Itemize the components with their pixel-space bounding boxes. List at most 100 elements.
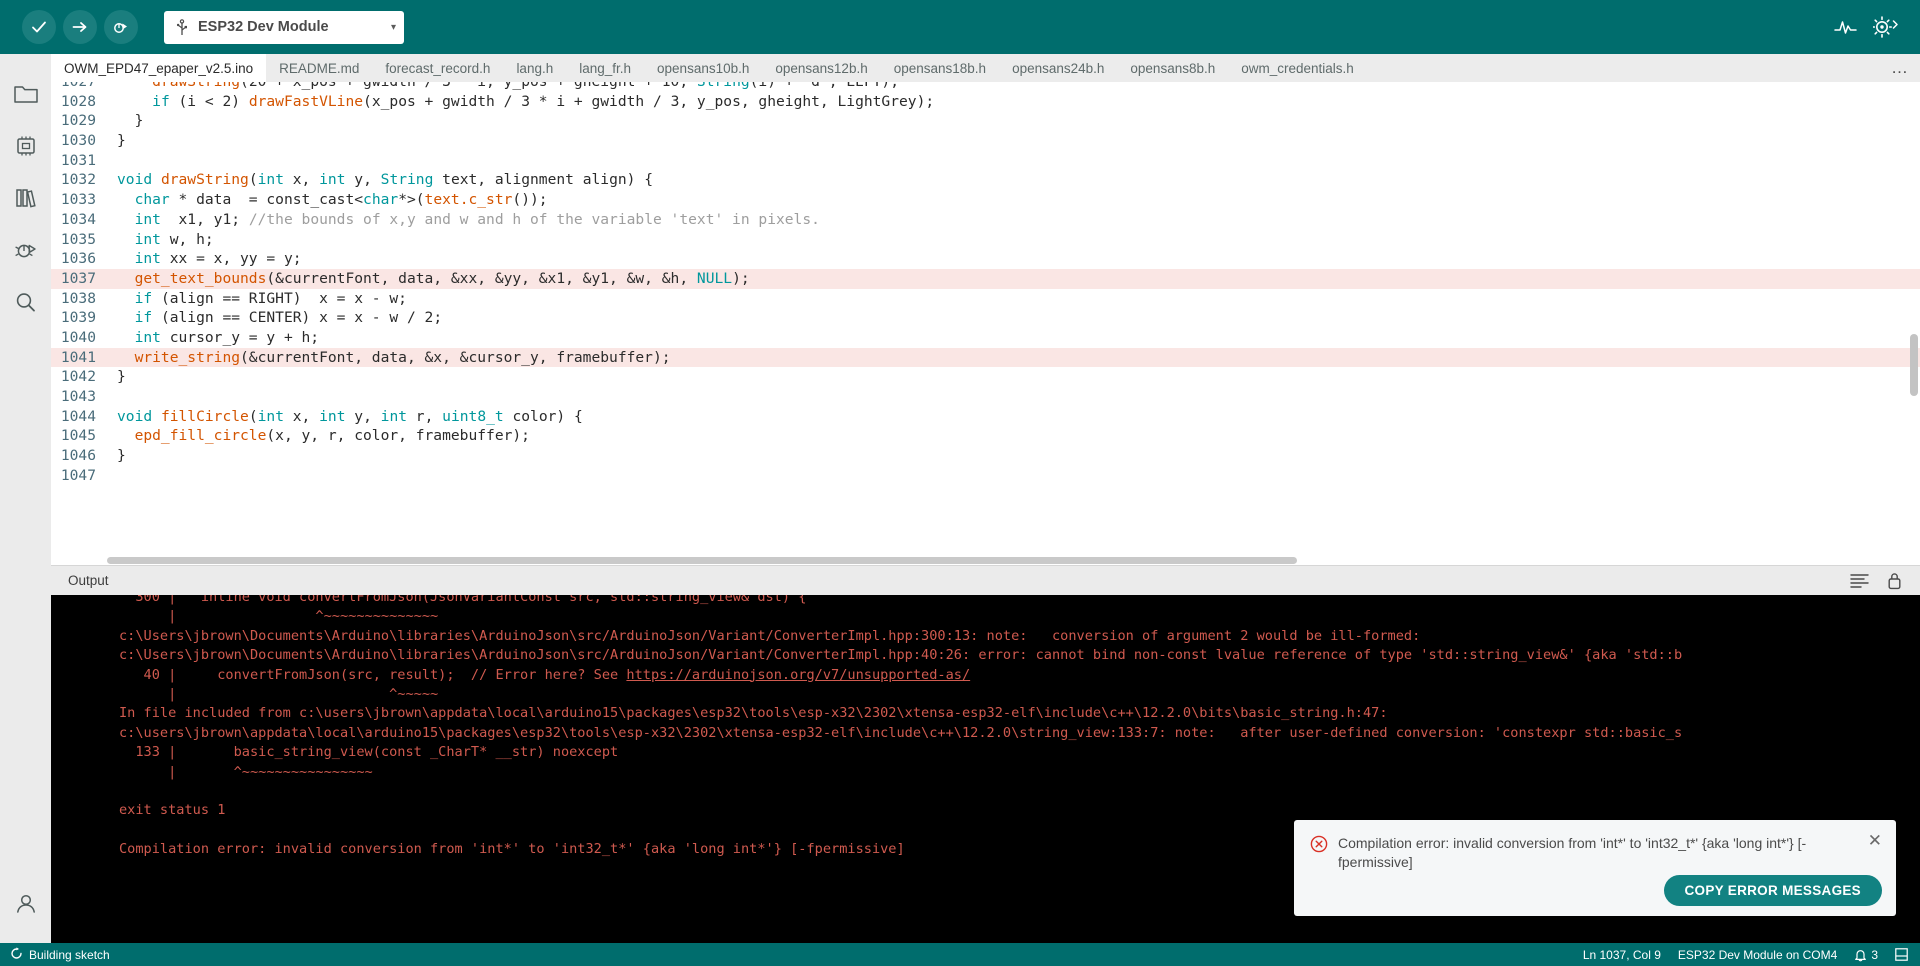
code-line[interactable]: 1047	[51, 465, 1920, 486]
console-line: | ^~~~~~	[119, 685, 439, 702]
editor-tab[interactable]: lang_fr.h	[566, 54, 645, 82]
editor-tab[interactable]: README.md	[266, 54, 373, 82]
code-line[interactable]: 1035 int w, h;	[51, 229, 1920, 250]
sidebar-item-account[interactable]	[0, 877, 51, 929]
code-line-error[interactable]: 1037 get_text_bounds(&currentFont, data,…	[51, 268, 1920, 289]
close-icon[interactable]: ✕	[1868, 832, 1882, 849]
line-number: 1029	[51, 111, 107, 132]
line-number: 1034	[51, 209, 107, 230]
code-line[interactable]: 1033 char * data = const_cast<char*>(tex…	[51, 190, 1920, 210]
code-text: epd_fill_circle(x, y, r, color, framebuf…	[134, 427, 530, 445]
line-number: 1046	[51, 446, 107, 466]
editor-tab-label: OWM_EPD47_epaper_v2.5.ino	[64, 60, 254, 76]
status-build-indicator[interactable]: Building sketch	[10, 946, 110, 963]
editor-tab-label: lang.h	[516, 60, 554, 76]
upload-button[interactable]	[63, 10, 97, 44]
sidebar-item-debug[interactable]	[0, 224, 51, 276]
output-panel-actions	[1850, 572, 1920, 590]
code-line[interactable]: 1040 int cursor_y = y + h;	[51, 327, 1920, 348]
editor-tab[interactable]: opensans18b.h	[880, 54, 1000, 82]
copy-error-messages-button[interactable]: COPY ERROR MESSAGES	[1663, 875, 1882, 906]
editor-vertical-scroll-thumb[interactable]	[1910, 334, 1918, 396]
editor-horizontal-scrollbar[interactable]	[51, 555, 1920, 565]
editor-tab[interactable]: opensans12b.h	[762, 54, 881, 82]
code-line[interactable]: 1036 int xx = x, yy = y;	[51, 249, 1920, 269]
console-line: In file included from c:\users\jbrown\ap…	[119, 705, 1388, 722]
editor-tab[interactable]: forecast_record.h	[372, 54, 504, 82]
editor-tab[interactable]: opensans24b.h	[999, 54, 1118, 82]
serial-plotter-icon[interactable]	[1834, 17, 1857, 37]
output-panel-header: Output	[51, 565, 1920, 595]
editor-horizontal-scroll-thumb[interactable]	[107, 557, 1297, 564]
code-line[interactable]: 1038 if (align == RIGHT) x = x - w;	[51, 288, 1920, 309]
toast-content: Compilation error: invalid conversion fr…	[1310, 832, 1882, 872]
chevron-down-icon[interactable]: ▾	[385, 22, 396, 33]
clear-output-icon[interactable]	[1887, 572, 1902, 590]
sidebar-item-boards-manager[interactable]	[0, 120, 51, 172]
workbench-body: OWM_EPD47_epaper_v2.5.ino README.md foreca…	[0, 54, 1920, 943]
editor-tab[interactable]: opensans10b.h	[644, 54, 763, 82]
code-text: }	[117, 368, 126, 386]
line-number: 1040	[51, 327, 107, 348]
line-number: 1028	[51, 91, 107, 112]
code-text: int cursor_y = y + h;	[134, 328, 320, 346]
code-line[interactable]: 1043	[51, 387, 1920, 407]
code-line[interactable]: 1030}	[51, 131, 1920, 151]
line-number: 1041	[51, 347, 107, 368]
board-port-status[interactable]: ESP32 Dev Module on COM4	[1678, 948, 1837, 962]
console-line: c:\Users\jbrown\Documents\Arduino\librar…	[119, 647, 1683, 664]
status-text: Building sketch	[29, 947, 110, 962]
code-line[interactable]: 1028 if (i < 2) drawFastVLine(x_pos + gw…	[51, 91, 1920, 112]
panel-toggle-icon[interactable]	[1895, 948, 1908, 961]
console-line: 40 | convertFromJson(src, result); // Er…	[119, 666, 971, 683]
verify-button[interactable]	[22, 10, 56, 44]
board-selector[interactable]: ESP32 Dev Module ▾	[164, 10, 404, 44]
code-editor[interactable]: 1027 drawString(20 + x_pos + gwidth / 3 …	[51, 82, 1920, 565]
serial-monitor-icon[interactable]	[1873, 16, 1898, 38]
account-icon	[16, 894, 35, 913]
arrow-right-icon	[72, 22, 87, 32]
code-line[interactable]: 1045 epd_fill_circle(x, y, r, color, fra…	[51, 426, 1920, 447]
editor-tab[interactable]: lang.h	[503, 54, 567, 82]
editor-tab[interactable]: owm_credentials.h	[1228, 54, 1367, 82]
sidebar-item-library-manager[interactable]	[0, 172, 51, 224]
editor-tab[interactable]: opensans8b.h	[1117, 54, 1229, 82]
cursor-position[interactable]: Ln 1037, Col 9	[1583, 948, 1661, 962]
code-line[interactable]: 1029 }	[51, 111, 1920, 132]
editor-tab-label: opensans12b.h	[775, 60, 868, 76]
code-line-error[interactable]: 1041 write_string(&currentFont, data, &x…	[51, 347, 1920, 368]
editor-vertical-scrollbar[interactable]	[1908, 82, 1920, 565]
line-number: 1044	[51, 406, 107, 427]
editor-tab-label: lang_fr.h	[579, 60, 632, 76]
code-text: void fillCircle(int x, int y, int r, uin…	[117, 407, 583, 425]
notifications-indicator[interactable]: 3	[1854, 948, 1878, 962]
code-line[interactable]: 1032 void drawString(int x, int y, String…	[51, 170, 1920, 191]
sidebar-item-sketchbook[interactable]	[0, 68, 51, 120]
code-text: get_text_bounds(&currentFont, data, &xx,…	[134, 269, 750, 287]
editor-tab[interactable]: OWM_EPD47_epaper_v2.5.ino	[51, 54, 267, 82]
error-circle-icon	[1310, 835, 1328, 858]
debug-button[interactable]	[104, 10, 138, 44]
console-line: c:\users\jbrown\appdata\local\arduino15\…	[119, 724, 1683, 741]
line-number: 1045	[51, 426, 107, 447]
sidebar-item-search[interactable]	[0, 276, 51, 328]
console-line: 300 | inline void convertFromJson(JsonVa…	[119, 595, 807, 605]
code-line[interactable]: 1046}	[51, 446, 1920, 466]
code-line[interactable]: 1034 int x1, y1; //the bounds of x,y and…	[51, 209, 1920, 230]
code-line[interactable]: 1027 drawString(20 + x_pos + gwidth / 3 …	[51, 82, 1920, 92]
code-line[interactable]: 1044 void fillCircle(int x, int y, int r,…	[51, 406, 1920, 427]
code-line[interactable]: 1039 if (align == CENTER) x = x - w / 2;	[51, 308, 1920, 328]
code-line[interactable]: 1042}	[51, 367, 1920, 387]
toggle-word-wrap-icon[interactable]	[1850, 573, 1869, 588]
tabbar-more-button[interactable]: …	[1880, 54, 1920, 82]
folder-icon	[13, 86, 38, 103]
console-link[interactable]: https://arduinojson.org/v7/unsupported-a…	[626, 667, 970, 683]
code-text: int xx = x, yy = y;	[134, 250, 302, 268]
code-text: }	[117, 132, 126, 150]
code-line[interactable]: 1031	[51, 150, 1920, 171]
line-number: 1030	[51, 131, 107, 151]
code-text: }	[117, 112, 144, 130]
status-right-group: Ln 1037, Col 9 ESP32 Dev Module on COM4 …	[1583, 948, 1908, 962]
